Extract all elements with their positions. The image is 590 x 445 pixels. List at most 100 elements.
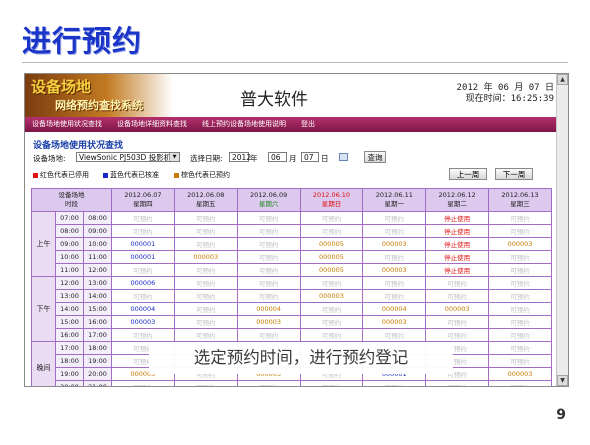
schedule-cell[interactable]: 可预约 — [236, 328, 301, 342]
scroll-up-icon[interactable]: ▲ — [557, 74, 568, 85]
schedule-cell[interactable]: 可预约 — [111, 328, 175, 342]
schedule-cell[interactable]: 可预约 — [236, 263, 301, 277]
schedule-cell[interactable]: 可预约 — [299, 211, 364, 225]
schedule-cell[interactable]: 可预约 — [236, 211, 301, 225]
schedule-cell[interactable]: 000003 — [173, 250, 238, 264]
schedule-cell[interactable]: 可预约 — [425, 380, 490, 386]
schedule-cell[interactable]: 可预约 — [488, 302, 552, 316]
schedule-cell[interactable]: 000005 — [299, 250, 364, 264]
schedule-cell[interactable]: 可预约 — [236, 276, 301, 290]
schedule-cell[interactable]: 可预约 — [173, 380, 238, 386]
schedule-cell[interactable]: 可预约 — [236, 289, 301, 303]
schedule-cell[interactable]: 000001 — [111, 237, 175, 251]
schedule-cell[interactable]: 可预约 — [236, 380, 301, 386]
slot-start-time: 17:00 — [55, 341, 84, 355]
schedule-cell[interactable]: 停止使用 — [425, 211, 490, 225]
schedule-cell[interactable]: 可预约 — [362, 276, 427, 290]
schedule-cell[interactable]: 可预约 — [425, 315, 490, 329]
schedule-cell[interactable]: 停止使用 — [425, 224, 490, 238]
schedule-cell[interactable]: 可预约 — [362, 224, 427, 238]
schedule-cell[interactable]: 可预约 — [236, 250, 301, 264]
schedule-cell[interactable]: 可预约 — [362, 289, 427, 303]
month-input[interactable]: 06 — [268, 152, 287, 162]
schedule-cell[interactable]: 可预约 — [173, 276, 238, 290]
schedule-cell[interactable]: 000003 — [425, 302, 490, 316]
schedule-cell[interactable]: 可预约 — [362, 328, 427, 342]
schedule-cell[interactable]: 可预约 — [362, 380, 427, 386]
schedule-cell[interactable]: 可预约 — [236, 224, 301, 238]
schedule-cell[interactable]: 000003 — [236, 315, 301, 329]
schedule-cell[interactable]: 停止使用 — [425, 263, 490, 277]
schedule-cell[interactable]: 000003 — [362, 237, 427, 251]
schedule-cell[interactable]: 可预约 — [488, 315, 552, 329]
schedule-cell[interactable]: 000006 — [111, 276, 175, 290]
schedule-cell[interactable]: 可预约 — [173, 328, 238, 342]
schedule-cell[interactable]: 可预约 — [111, 263, 175, 277]
schedule-cell[interactable]: 可预约 — [488, 250, 552, 264]
schedule-cell[interactable]: 可预约 — [111, 289, 175, 303]
schedule-cell[interactable]: 可预约 — [173, 315, 238, 329]
schedule-cell[interactable]: 可预约 — [111, 224, 175, 238]
schedule-cell[interactable]: 可预约 — [173, 302, 238, 316]
schedule-cell[interactable]: 可预约 — [173, 211, 238, 225]
year-input[interactable]: 2012 — [229, 152, 251, 162]
query-button[interactable]: 查询 — [364, 151, 386, 163]
schedule-cell[interactable]: 可预约 — [299, 302, 364, 316]
schedule-cell[interactable]: 可预约 — [173, 289, 238, 303]
schedule-cell[interactable]: 可预约 — [488, 328, 552, 342]
schedule-cell[interactable]: 可预约 — [173, 224, 238, 238]
schedule-cell[interactable]: 000004 — [362, 302, 427, 316]
vertical-scrollbar[interactable]: ▲ ▼ — [556, 74, 568, 386]
schedule-cell[interactable]: 可预约 — [362, 250, 427, 264]
schedule-cell[interactable]: 可预约 — [488, 224, 552, 238]
schedule-cell[interactable]: 可预约 — [111, 380, 175, 386]
year-unit: 年 — [250, 154, 258, 163]
schedule-cell[interactable]: 000005 — [299, 237, 364, 251]
schedule-cell[interactable]: 可预约 — [488, 341, 552, 355]
scroll-down-icon[interactable]: ▼ — [557, 375, 568, 386]
prev-week-button[interactable]: 上一周 — [449, 168, 487, 180]
schedule-cell[interactable]: 000003 — [111, 315, 175, 329]
schedule-cell[interactable]: 可预约 — [425, 328, 490, 342]
schedule-cell[interactable]: 000001 — [111, 250, 175, 264]
schedule-cell[interactable]: 可预约 — [236, 237, 301, 251]
schedule-cell[interactable]: 停止使用 — [425, 250, 490, 264]
slot-start-time: 13:00 — [55, 289, 84, 303]
schedule-cell[interactable]: 000005 — [299, 263, 364, 277]
schedule-cell[interactable]: 可预约 — [488, 276, 552, 290]
schedule-cell[interactable]: 停止使用 — [425, 237, 490, 251]
schedule-cell[interactable]: 可预约 — [299, 276, 364, 290]
menu-online-guide[interactable]: 线上预约设备场地使用说明 — [202, 119, 286, 129]
schedule-cell[interactable]: 可预约 — [173, 263, 238, 277]
day-header-0: 2012.06.07 星期四 — [111, 188, 175, 212]
schedule-cell[interactable]: 000003 — [488, 367, 552, 381]
schedule-cell[interactable]: 可预约 — [111, 211, 175, 225]
schedule-cell[interactable]: 000003 — [488, 237, 552, 251]
schedule-cell[interactable]: 000004 — [111, 302, 175, 316]
schedule-cell[interactable]: 000004 — [236, 302, 301, 316]
app-logo[interactable]: 设备场地 网络预约查找系统 — [25, 74, 173, 117]
schedule-cell[interactable]: 可预约 — [488, 211, 552, 225]
device-select[interactable]: ViewSonic PJ503D 投影机 ▼ — [76, 152, 180, 162]
schedule-cell[interactable]: 可预约 — [299, 328, 364, 342]
schedule-cell[interactable]: 可预约 — [299, 315, 364, 329]
schedule-cell[interactable]: 可预约 — [173, 237, 238, 251]
schedule-cell[interactable]: 可预约 — [425, 289, 490, 303]
schedule-cell[interactable]: 可预约 — [299, 380, 364, 386]
menu-usage-search[interactable]: 设备场地使用状况查找 — [32, 119, 102, 129]
schedule-cell[interactable]: 可预约 — [488, 354, 552, 368]
day-input[interactable]: 07 — [301, 152, 319, 162]
schedule-cell[interactable]: 可预约 — [425, 276, 490, 290]
calendar-icon[interactable] — [339, 153, 348, 161]
menu-logout[interactable]: 登出 — [301, 119, 315, 129]
schedule-cell[interactable]: 可预约 — [488, 289, 552, 303]
schedule-cell[interactable]: 000003 — [362, 263, 427, 277]
schedule-cell[interactable]: 可预约 — [299, 224, 364, 238]
schedule-cell[interactable]: 000003 — [299, 289, 364, 303]
schedule-cell[interactable]: 可预约 — [488, 380, 552, 386]
menu-detail-search[interactable]: 设备场地详细资料查找 — [117, 119, 187, 129]
schedule-cell[interactable]: 可预约 — [362, 211, 427, 225]
schedule-cell[interactable]: 可预约 — [488, 263, 552, 277]
schedule-cell[interactable]: 000003 — [362, 315, 427, 329]
next-week-button[interactable]: 下一周 — [495, 168, 533, 180]
